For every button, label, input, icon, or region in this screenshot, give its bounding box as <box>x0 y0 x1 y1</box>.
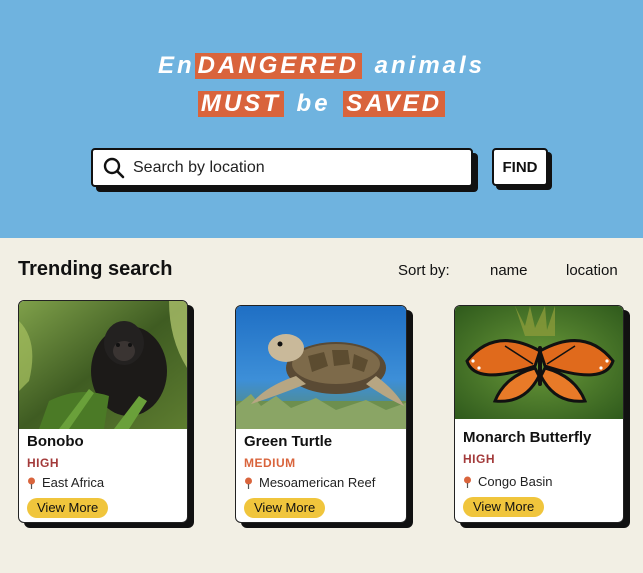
animal-card-green-turtle[interactable]: Green Turtle MEDIUM Mesoamerican Reef Vi… <box>235 305 407 523</box>
green-turtle-image <box>236 306 406 429</box>
find-button[interactable]: FIND <box>492 148 548 186</box>
monarch-butterfly-image <box>455 306 623 419</box>
sort-option-location[interactable]: location <box>566 262 618 279</box>
card-endangered-level: MEDIUM <box>244 456 296 470</box>
card-location-text: Mesoamerican Reef <box>259 475 376 490</box>
card-location: East Africa <box>27 475 104 490</box>
bonobo-image <box>19 301 187 429</box>
headline-highlight-must: MUST <box>197 91 284 117</box>
card-endangered-level: HIGH <box>27 456 59 470</box>
sort-option-name[interactable]: name <box>490 262 528 279</box>
card-endangered-level: HIGH <box>463 452 495 466</box>
animal-card-bonobo[interactable]: Bonobo HIGH East Africa View More <box>18 300 188 523</box>
card-location-text: East Africa <box>42 475 105 490</box>
location-pin-icon <box>463 476 472 488</box>
headline-be: be <box>296 90 331 117</box>
view-more-button[interactable]: View More <box>244 498 326 518</box>
headline-highlight-dangered: DANGERED <box>194 53 362 79</box>
card-location-text: Congo Basin <box>478 474 553 489</box>
headline-animals: animals <box>374 52 486 79</box>
headline-line-1: En DANGERED animals <box>0 53 643 79</box>
card-location: Congo Basin <box>463 474 552 489</box>
sort-label: Sort by: <box>398 262 450 279</box>
headline-lead: En <box>157 52 195 79</box>
search-bar[interactable] <box>91 148 473 187</box>
headline-line-2: MUST be SAVED <box>0 91 643 117</box>
view-more-button[interactable]: View More <box>463 497 545 517</box>
search-input[interactable] <box>133 158 453 177</box>
view-more-button[interactable]: View More <box>27 498 109 518</box>
animal-card-monarch-butterfly[interactable]: Monarch Butterfly HIGH Congo Basin View … <box>454 305 624 523</box>
card-title: Monarch Butterfly <box>463 429 592 446</box>
search-icon <box>103 157 125 179</box>
location-pin-icon <box>244 477 253 489</box>
card-title: Bonobo <box>27 433 84 450</box>
card-title: Green Turtle <box>244 433 333 450</box>
headline-highlight-saved: SAVED <box>343 91 446 117</box>
location-pin-icon <box>27 477 36 489</box>
hero-banner: EnDANGERED animals MUST be SAVED FIND <box>0 0 643 238</box>
card-location: Mesoamerican Reef <box>244 475 375 490</box>
trending-title: Trending search <box>18 258 173 280</box>
